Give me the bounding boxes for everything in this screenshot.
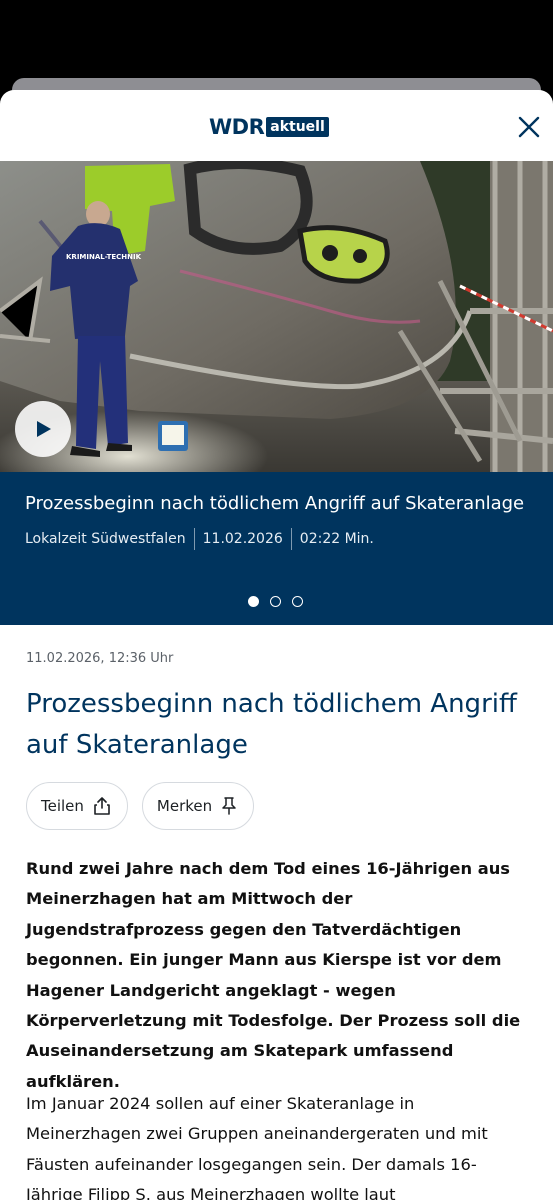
article-headline: Prozessbeginn nach tödlichem Angriff auf… <box>26 689 517 760</box>
top-bar: WDR aktuell <box>0 90 553 161</box>
hero-image: KRIMINAL-TECHNIK <box>0 161 553 472</box>
meta-divider <box>193 528 195 550</box>
carousel-dot-3[interactable] <box>292 596 303 607</box>
video-date: 11.02.2026 <box>202 531 283 547</box>
close-button[interactable] <box>514 112 544 142</box>
video-duration: 02:22 Min. <box>299 531 374 547</box>
meta-divider <box>290 528 292 550</box>
pin-icon <box>222 797 236 815</box>
article-actions: Teilen Merken <box>26 782 255 830</box>
video-caption: Prozessbeginn nach tödlichem Angriff auf… <box>0 472 553 625</box>
wdr-aktuell-logo: WDR aktuell <box>209 116 329 138</box>
hero-video[interactable]: KRIMINAL-TECHNIK <box>0 161 553 472</box>
logo-aktuell-badge: aktuell <box>266 117 329 137</box>
video-meta: Lokalzeit Südwestfalen 11.02.2026 02:22 … <box>25 528 374 550</box>
close-icon <box>518 116 540 138</box>
article-body: Im Januar 2024 sollen auf einer Skateran… <box>26 1094 488 1200</box>
share-icon <box>94 797 110 815</box>
hero-image-text: KRIMINAL-TECHNIK <box>66 253 142 261</box>
bookmark-label: Merken <box>156 797 213 815</box>
logo-wdr-text: WDR <box>209 115 265 139</box>
play-button[interactable] <box>15 401 71 457</box>
carousel-pagination <box>248 596 303 607</box>
share-label: Teilen <box>41 797 84 815</box>
video-title: Prozessbeginn nach tödlichem Angriff auf… <box>25 493 525 514</box>
article-date: 11.02.2026, 12:36 Uhr <box>26 651 174 666</box>
play-icon <box>37 421 51 437</box>
carousel-dot-1[interactable] <box>248 596 259 607</box>
article-sheet: WDR aktuell KRIMINAL-TECHNIK Prozessbegi… <box>0 90 553 1200</box>
bookmark-button[interactable]: Merken <box>141 782 255 830</box>
video-source: Lokalzeit Südwestfalen <box>25 531 186 547</box>
article-lead: Rund zwei Jahre nach dem Tod eines 16-Jä… <box>26 859 521 1091</box>
carousel-dot-2[interactable] <box>270 596 281 607</box>
share-button[interactable]: Teilen <box>26 782 128 830</box>
